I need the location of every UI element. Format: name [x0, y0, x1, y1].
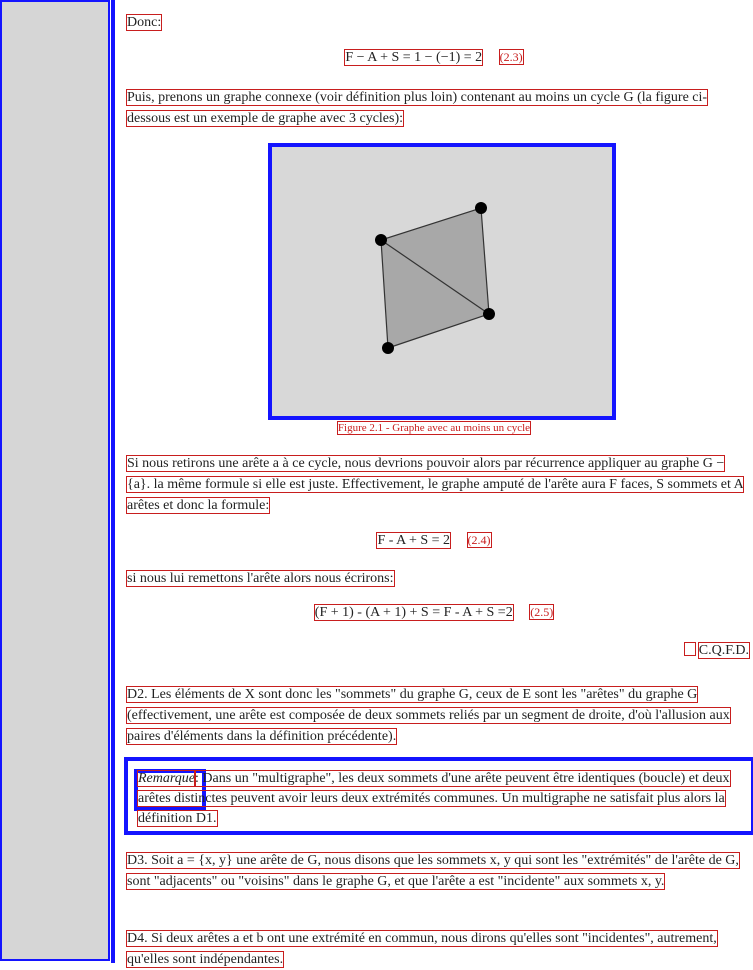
sidebar [0, 0, 110, 961]
equation-number: (2.3) [498, 49, 524, 65]
para-remettons: si nous lui remettons l'arête alors nous… [126, 568, 745, 589]
figure-caption: Figure 2.1 - Graphe avec au moins un cyc… [115, 421, 753, 435]
graph-vertex [483, 308, 495, 320]
graph-face [380, 207, 490, 349]
text-remettons: si nous lui remettons l'arête alors nous… [126, 570, 395, 587]
text-donc: Donc: [125, 14, 163, 31]
para-d3: D3. Soit a = {x, y} une arête de G, nous… [126, 850, 745, 892]
equation-2-4: F - A + S = 2 (2.4) [115, 532, 753, 549]
equation-number: (2.5) [529, 604, 555, 620]
text-d4: D4. Si deux arêtes a et b ont une extrém… [126, 930, 718, 968]
text-d3: D3. Soit a = {x, y} une arête de G, nous… [126, 852, 740, 890]
equation-2-5: (F + 1) - (A + 1) + S = F - A + S =2 (2.… [115, 604, 753, 621]
caption-text: Figure 2.1 - Graphe avec au moins un cyc… [336, 421, 532, 435]
equation-text: (F + 1) - (A + 1) + S = F - A + S =2 [313, 604, 514, 621]
text-si: Si nous retirons une arête a à ce cycle,… [126, 455, 744, 514]
para-puis: Puis, prenons un graphe connexe (voir dé… [125, 87, 745, 129]
graph-vertex [375, 234, 387, 246]
remark-label: Remarque [136, 770, 197, 787]
qed-text: C.Q.F.D. [697, 642, 751, 659]
text-puis: Puis, prenons un graphe connexe (voir dé… [125, 89, 709, 127]
para-donc: Donc: [125, 12, 745, 33]
qed-mark: C.Q.F.D. [684, 642, 751, 659]
para-si: Si nous retirons une arête a à ce cycle,… [126, 453, 745, 516]
para-d2: D2. Les éléments de X sont donc les "som… [126, 684, 745, 747]
text-d2: D2. Les éléments de X sont donc les "som… [126, 686, 731, 745]
equation-2-3: F − A + S = 1 − (−1) = 2 (2.3) [115, 49, 753, 66]
para-d4: D4. Si deux arêtes a et b ont une extrém… [126, 928, 745, 970]
remark-text: : Dans un "multigraphe", les deux sommet… [137, 770, 731, 827]
document-content: Donc: F − A + S = 1 − (−1) = 2 (2.3) Pui… [111, 0, 753, 968]
graph-vertex [382, 342, 394, 354]
graph-svg [375, 202, 495, 354]
remark-box: Remarque: Dans un "multigraphe", les deu… [124, 757, 753, 835]
remark-paragraph: Remarque: Dans un "multigraphe", les deu… [136, 769, 745, 829]
graph-vertex [475, 202, 487, 214]
graph-figure [268, 143, 616, 420]
qed-box-icon [684, 642, 697, 656]
equation-text: F − A + S = 1 − (−1) = 2 [344, 49, 484, 66]
equation-number: (2.4) [466, 532, 492, 548]
equation-text: F - A + S = 2 [376, 532, 452, 549]
